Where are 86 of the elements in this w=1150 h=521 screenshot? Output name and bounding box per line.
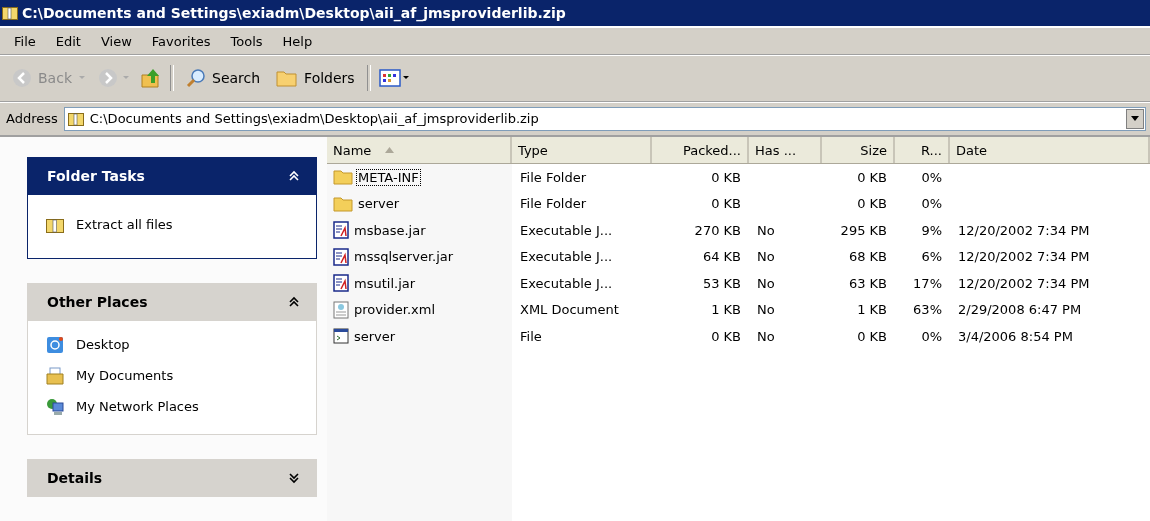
table-cell: 0% — [921, 169, 942, 185]
dropdown-button[interactable] — [1126, 109, 1144, 129]
file-name[interactable]: server — [352, 327, 398, 345]
chevron-icon[interactable] — [289, 472, 299, 484]
table-cell: 3/4/2006 8:54 PM — [958, 328, 1073, 344]
folder-icon — [333, 169, 353, 186]
file-name[interactable]: msbase.jar — [352, 221, 428, 239]
panel-header[interactable]: Folder Tasks — [27, 157, 317, 195]
caret-icon — [1131, 116, 1139, 122]
table-cell: 63% — [913, 302, 942, 318]
table-cell: 9% — [921, 222, 942, 238]
file-name[interactable]: mssqlserver.jar — [352, 248, 456, 266]
menu-item[interactable]: Help — [276, 31, 323, 51]
task-link[interactable]: My Network Places — [76, 399, 199, 414]
task-link[interactable]: Extract all files — [76, 217, 173, 232]
file-name[interactable]: provider.xml — [352, 301, 438, 319]
table-cell: 0 KB — [711, 196, 741, 212]
file-name[interactable]: META-INF — [356, 168, 421, 186]
table-cell: 295 KB — [840, 222, 887, 238]
table-cell: No — [757, 328, 775, 344]
table-cell: 1 KB — [857, 302, 887, 318]
jar-file-icon — [333, 221, 349, 240]
views-icon[interactable] — [378, 68, 411, 89]
table-cell: File — [520, 328, 542, 344]
caret-icon — [78, 75, 86, 82]
panel-header[interactable]: Details — [27, 459, 317, 497]
menu-item[interactable]: Edit — [49, 31, 91, 51]
table-cell: 12/20/2002 7:34 PM — [958, 222, 1090, 238]
table-cell: 0 KB — [857, 196, 887, 212]
table-cell: 270 KB — [694, 222, 741, 238]
table-cell: No — [757, 222, 775, 238]
task-link[interactable]: My Documents — [76, 368, 174, 383]
sort-ascending-icon — [385, 147, 395, 153]
menu-item[interactable]: Favorites — [145, 31, 221, 51]
table-cell: 6% — [921, 249, 942, 265]
table-cell: 0 KB — [857, 169, 887, 185]
network-computer-icon — [46, 397, 64, 416]
zip-folder-icon — [2, 6, 18, 21]
search-icon — [186, 68, 206, 89]
table-cell: 64 KB — [702, 249, 741, 265]
zip-folder-icon — [46, 216, 64, 233]
table-cell: File Folder — [520, 196, 587, 212]
table-cell: Executable J... — [520, 249, 613, 265]
chevron-icon[interactable] — [289, 170, 299, 182]
desktop-icon — [46, 335, 64, 354]
panel-header[interactable]: Other Places — [27, 283, 317, 321]
address-label: Address — [5, 111, 59, 127]
menu-item[interactable]: File — [8, 31, 46, 51]
folders-button[interactable]: Folders — [272, 67, 359, 90]
file-name[interactable]: msutil.jar — [352, 274, 418, 292]
table-cell: No — [757, 302, 775, 318]
jar-file-icon — [333, 274, 349, 293]
table-cell: No — [757, 275, 775, 291]
window-title: C:\Documents and Settings\exiadm\Desktop\aii_af_jmsproviderlib.zip — [22, 5, 566, 22]
menu-item[interactable]: View — [94, 31, 142, 51]
table-cell: 0% — [921, 196, 942, 212]
table-cell: 2/29/2008 6:47 PM — [958, 302, 1082, 318]
table-cell: 17% — [913, 275, 942, 291]
documents-folder-icon — [46, 366, 64, 385]
folder-icon — [276, 69, 299, 88]
table-cell: 0 KB — [711, 169, 741, 185]
table-cell: 0 KB — [711, 328, 741, 344]
table-cell: 12/20/2002 7:34 PM — [958, 275, 1090, 291]
table-cell: 0% — [921, 328, 942, 344]
table-cell: 1 KB — [711, 302, 741, 318]
jar-file-icon — [333, 247, 349, 266]
file-name[interactable]: server — [356, 195, 402, 213]
table-cell: File Folder — [520, 169, 587, 185]
table-cell: 63 KB — [848, 275, 887, 291]
xml-file-icon — [333, 300, 349, 319]
zip-folder-icon — [67, 112, 84, 126]
task-link[interactable]: Desktop — [76, 337, 130, 352]
table-cell: 12/20/2002 7:34 PM — [958, 249, 1090, 265]
table-cell: XML Document — [520, 302, 619, 318]
menu-item[interactable]: Tools — [224, 31, 273, 51]
search-button[interactable]: Search — [182, 66, 265, 91]
chevron-icon[interactable] — [289, 296, 299, 308]
file-window-icon — [333, 328, 349, 345]
table-cell: Executable J... — [520, 275, 613, 291]
table-cell: No — [757, 249, 775, 265]
table-cell: Executable J... — [520, 222, 613, 238]
table-cell: 0 KB — [857, 328, 887, 344]
folder-icon — [333, 195, 353, 212]
table-cell: 68 KB — [848, 249, 887, 265]
table-cell: 53 KB — [702, 275, 741, 291]
address-field[interactable]: C:\Documents and Settings\exiadm\Desktop\aii_af_jmsproviderlib.zip — [63, 107, 1146, 131]
